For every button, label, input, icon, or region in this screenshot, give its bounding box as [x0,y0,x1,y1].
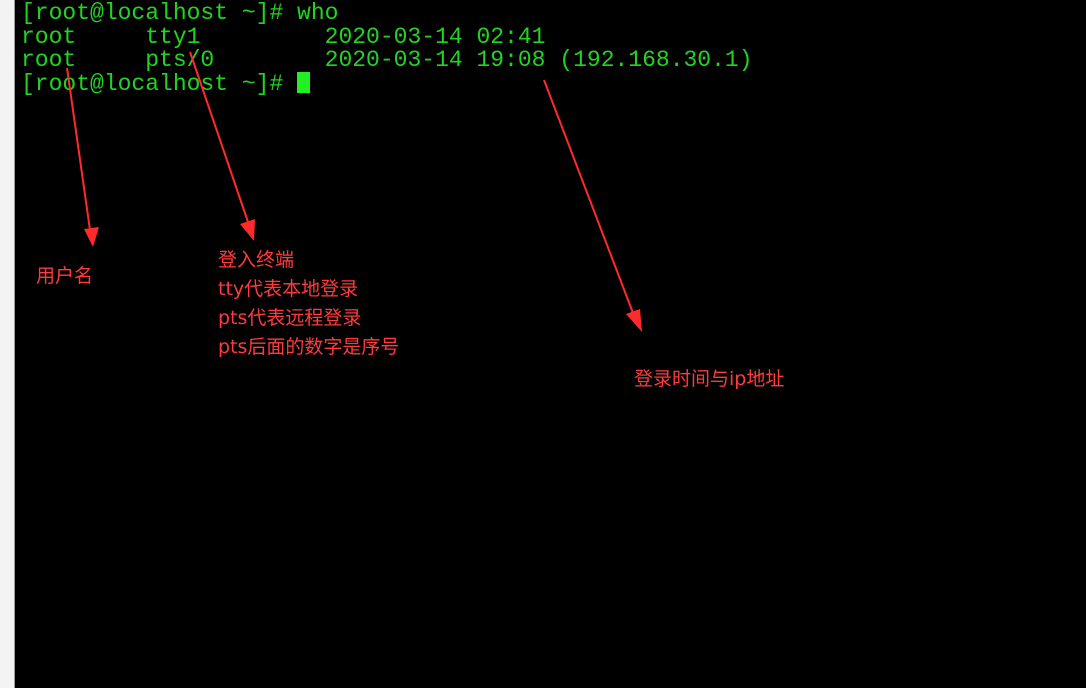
annotation-username: 用户名 [36,265,94,287]
window-left-border [0,0,15,688]
terminal-window[interactable]: [root@localhost ~]# who root tty1 2020-0… [15,0,1086,688]
annotation-tty-note: tty代表本地登录 [218,278,359,300]
terminal-cursor [297,72,311,93]
annotation-pts-note: pts代表远程登录 [218,307,362,329]
terminal-line-prompt[interactable]: [root@localhost ~]# [21,71,311,97]
annotation-time-ip: 登录时间与ip地址 [634,368,785,390]
terminal-prompt-text: [root@localhost ~]# [21,71,298,97]
annotation-pts-number-note: pts后面的数字是序号 [218,336,400,358]
terminal-line-who-command: [root@localhost ~]# who [21,0,339,26]
annotation-terminal-title: 登入终端 [218,249,295,271]
terminal-line-session-tty1: root tty1 2020-03-14 02:41 [21,24,546,50]
terminal-line-session-pts0: root pts/0 2020-03-14 19:08 (192.168.30.… [21,47,753,73]
